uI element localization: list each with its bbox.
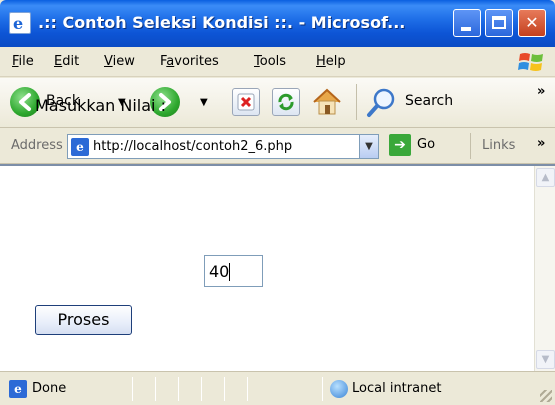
- window-title: .:: Contoh Seleksi Kondisi ::. - Microso…: [38, 13, 406, 32]
- status-divider: [178, 377, 179, 401]
- status-bar: e Done Local intranet: [0, 371, 555, 405]
- ie-page-icon: e: [9, 12, 31, 34]
- maximize-button[interactable]: [485, 9, 513, 37]
- ie-page-icon: e: [71, 138, 89, 156]
- nilai-input[interactable]: 40: [204, 255, 263, 287]
- forward-dropdown[interactable]: ▼: [200, 85, 218, 119]
- home-button[interactable]: [310, 85, 344, 119]
- status-divider: [224, 377, 225, 401]
- vertical-scrollbar[interactable]: ▲ ▼: [534, 166, 555, 371]
- address-separator: [470, 133, 471, 159]
- links-overflow-button[interactable]: »: [537, 136, 545, 151]
- search-icon: [367, 88, 395, 117]
- toolbar-separator: [356, 84, 357, 120]
- status-divider: [247, 377, 248, 401]
- title-bar[interactable]: e .:: Contoh Seleksi Kondisi ::. - Micro…: [0, 0, 555, 47]
- address-url: http://localhost/contoh2_6.php: [93, 139, 293, 154]
- chevron-down-icon: ▼: [200, 97, 208, 108]
- status-divider: [132, 377, 133, 401]
- maximize-icon: [492, 16, 506, 29]
- go-arrow-icon: ➔: [389, 134, 411, 156]
- address-dropdown-button[interactable]: ▼: [359, 135, 378, 158]
- toolbar-overflow-button[interactable]: »: [537, 84, 545, 99]
- status-divider: [322, 377, 323, 401]
- resize-grip[interactable]: [540, 390, 552, 402]
- ie-page-icon: e: [9, 380, 27, 398]
- minimize-icon: [461, 27, 471, 31]
- nilai-label: Masukkan Nilai :: [35, 96, 166, 115]
- menu-file[interactable]: File: [12, 54, 34, 69]
- scroll-down-button[interactable]: ▼: [536, 350, 555, 369]
- status-text: Done: [32, 381, 67, 396]
- menu-help[interactable]: Help: [316, 54, 346, 69]
- status-divider: [155, 377, 156, 401]
- search-button[interactable]: Search: [365, 85, 475, 119]
- windows-logo-icon: [518, 53, 543, 71]
- refresh-icon: [278, 93, 294, 111]
- links-button[interactable]: Links: [482, 138, 515, 153]
- close-icon: ✕: [525, 13, 539, 32]
- stop-button[interactable]: [232, 88, 260, 116]
- text-caret: [229, 263, 230, 281]
- home-icon: [313, 88, 341, 115]
- page-content: Masukkan Nilai : 40 Proses ▲ ▼: [0, 96, 555, 371]
- stop-icon: [237, 93, 255, 111]
- address-bar: Address e http://localhost/contoh2_6.php…: [0, 129, 555, 164]
- proses-button[interactable]: Proses: [35, 305, 132, 335]
- go-button[interactable]: ➔ Go: [389, 133, 449, 159]
- local-intranet-icon: [330, 380, 348, 398]
- close-button[interactable]: ✕: [518, 9, 546, 37]
- menu-bar: File Edit View Favorites Tools Help: [0, 47, 555, 77]
- refresh-button[interactable]: [272, 88, 300, 116]
- menu-edit[interactable]: Edit: [54, 54, 79, 69]
- minimize-button[interactable]: [453, 9, 481, 37]
- menu-view[interactable]: View: [104, 54, 135, 69]
- address-input[interactable]: e http://localhost/contoh2_6.php ▼: [67, 134, 379, 159]
- address-label: Address: [11, 138, 63, 153]
- menu-favorites[interactable]: Favorites: [160, 54, 219, 69]
- menu-tools[interactable]: Tools: [254, 54, 286, 69]
- security-zone-text: Local intranet: [352, 381, 442, 396]
- status-divider: [201, 377, 202, 401]
- scroll-up-button[interactable]: ▲: [536, 168, 555, 187]
- browser-window: e .:: Contoh Seleksi Kondisi ::. - Micro…: [0, 0, 555, 405]
